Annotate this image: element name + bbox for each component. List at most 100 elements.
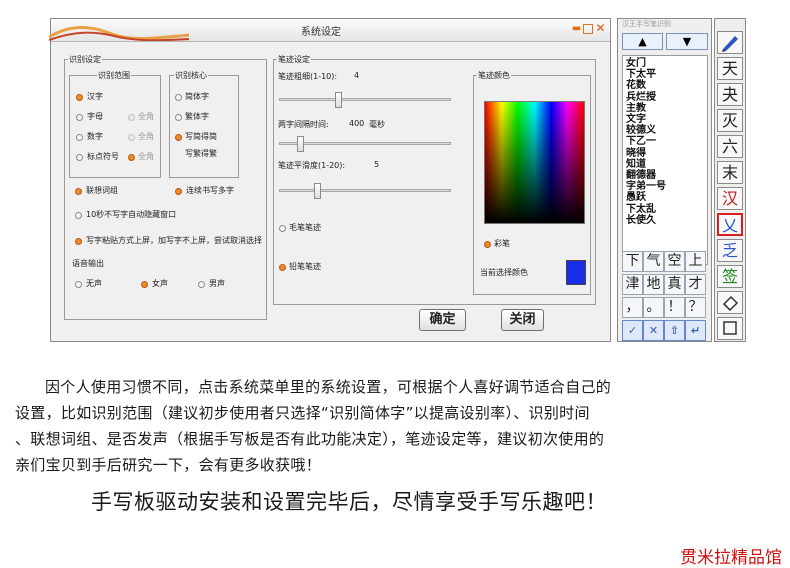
- key-cell[interactable]: ！: [664, 297, 685, 318]
- voice-none-radio[interactable]: [75, 281, 82, 288]
- key-cell[interactable]: 地: [643, 274, 664, 295]
- range-hanzi-checkbox[interactable]: [76, 94, 83, 101]
- toolbar-char-button[interactable]: 末: [717, 161, 743, 184]
- window-icon[interactable]: [717, 317, 743, 340]
- thickness-slider-track[interactable]: [279, 98, 451, 101]
- thickness-slider-thumb[interactable]: [335, 92, 342, 108]
- ok-button[interactable]: 确定: [419, 309, 466, 331]
- range-group-title: 识别范围: [97, 70, 131, 81]
- voice-output-label: 语音输出: [72, 259, 104, 268]
- range-punct-fullwidth-checkbox[interactable]: [128, 154, 135, 161]
- candidate-item[interactable]: 下太平: [626, 69, 704, 80]
- key-cell[interactable]: 上: [685, 251, 706, 272]
- brush-stroke-radio[interactable]: [279, 225, 286, 232]
- recognition-group-title: 识别设定: [68, 54, 102, 65]
- range-digit-checkbox[interactable]: [76, 134, 83, 141]
- core-write-traditional-label[interactable]: 写繁得繁: [185, 148, 217, 159]
- candidate-item[interactable]: 晓得: [626, 148, 704, 159]
- key-cell[interactable]: 空: [664, 251, 685, 272]
- paste-mode-checkbox[interactable]: [75, 238, 82, 245]
- range-digit-label: 数字: [87, 132, 103, 141]
- range-hanzi-label: 汉字: [87, 92, 103, 101]
- candidate-item[interactable]: 女门: [626, 58, 704, 69]
- key-cell[interactable]: 真: [664, 274, 685, 295]
- assoc-phrase-checkbox[interactable]: [75, 188, 82, 195]
- toolbar-char-button-selected[interactable]: 乂: [717, 213, 743, 236]
- enter-icon[interactable]: ↵: [685, 320, 706, 341]
- voice-male-radio[interactable]: [198, 281, 205, 288]
- toolbar-char-button[interactable]: 天: [717, 57, 743, 80]
- smooth-label: 笔迹平滑度(1-20):: [278, 161, 346, 170]
- interval-slider-track[interactable]: [279, 142, 451, 145]
- eraser-icon[interactable]: [717, 291, 743, 314]
- minimize-icon[interactable]: ▬: [571, 23, 582, 34]
- core-simplified-radio[interactable]: [175, 94, 182, 101]
- autohide-checkbox[interactable]: [75, 212, 82, 219]
- candidate-item[interactable]: 字弟一号: [626, 181, 704, 192]
- core-traditional-radio[interactable]: [175, 114, 182, 121]
- candidate-item[interactable]: 主教: [626, 103, 704, 114]
- candidate-item[interactable]: 较德义: [626, 125, 704, 136]
- smooth-slider-thumb[interactable]: [314, 183, 321, 199]
- brand-name: 贯米拉精品馆: [680, 548, 782, 568]
- key-cell[interactable]: 。: [643, 297, 664, 318]
- core-write-simplified-radio[interactable]: [175, 134, 182, 141]
- thickness-label: 笔迹粗细(1-10):: [278, 72, 338, 81]
- page-down-button[interactable]: ▼: [666, 33, 708, 50]
- close-icon[interactable]: ✕: [595, 22, 606, 34]
- interval-label: 两字间隔时间:: [278, 120, 329, 129]
- toolbar-char-button[interactable]: 夬: [717, 83, 743, 106]
- key-cell[interactable]: 气: [643, 251, 664, 272]
- candidate-item[interactable]: 文字: [626, 114, 704, 125]
- range-letter-label: 字母: [87, 112, 103, 121]
- toolbar-char-button[interactable]: 灭: [717, 109, 743, 132]
- range-letter-checkbox[interactable]: [76, 114, 83, 121]
- toolbar-char-button[interactable]: 乏: [717, 239, 743, 262]
- core-group-title: 识别核心: [174, 70, 208, 81]
- tool-strip: 天 夬 灭 六 末 汉 乂 乏 签: [714, 18, 746, 342]
- color-spectrum-picker[interactable]: [484, 101, 585, 224]
- key-cell[interactable]: 津: [622, 274, 643, 295]
- core-write-simplified-label: 写简得简: [185, 132, 217, 141]
- smooth-slider-track[interactable]: [279, 189, 451, 192]
- candidate-item[interactable]: 下太乱: [626, 204, 704, 215]
- autohide-label: 10秒不写字自动隐藏窗口: [86, 210, 177, 219]
- candidate-item[interactable]: 长使久: [626, 215, 704, 226]
- candidate-item[interactable]: 愚跃: [626, 192, 704, 203]
- confirm-icon[interactable]: ✓: [622, 320, 643, 341]
- candidate-list[interactable]: 女门 下太平 花数 兵烂授 主教 文字 较德义 下乙一 晓得 知道 翻德器 字弟…: [622, 55, 708, 265]
- dialog-titlebar[interactable]: 系统设定 ▬ ✕: [49, 19, 610, 42]
- range-punct-checkbox[interactable]: [76, 154, 83, 161]
- range-letter-fullwidth-checkbox[interactable]: [128, 114, 135, 121]
- key-cell[interactable]: ，: [622, 297, 643, 318]
- maximize-icon[interactable]: [583, 24, 593, 34]
- voice-female-radio[interactable]: [141, 281, 148, 288]
- core-simplified-label: 简体字: [185, 92, 209, 101]
- current-color-label: 当前选择颜色: [480, 268, 528, 277]
- page-up-button[interactable]: ▲: [622, 33, 663, 50]
- candidate-item[interactable]: 翻德器: [626, 170, 704, 181]
- key-cell[interactable]: 下: [622, 251, 643, 272]
- candidate-item[interactable]: 知道: [626, 159, 704, 170]
- brush-stroke-label: 毛笔笔迹: [289, 223, 321, 232]
- key-cell[interactable]: 才: [685, 274, 706, 295]
- interval-slider-thumb[interactable]: [297, 136, 304, 152]
- continuous-write-checkbox[interactable]: [175, 188, 182, 195]
- close-button[interactable]: 关闭: [501, 309, 544, 331]
- candidate-item[interactable]: 花数: [626, 80, 704, 91]
- current-color-swatch[interactable]: [566, 260, 586, 285]
- delete-icon[interactable]: ✕: [643, 320, 664, 341]
- toolbar-char-button[interactable]: 六: [717, 135, 743, 158]
- candidate-item[interactable]: 下乙一: [626, 136, 704, 147]
- rainbow-pen-checkbox[interactable]: [484, 241, 491, 248]
- dialog-title: 系统设定: [301, 27, 341, 38]
- shift-icon[interactable]: ⇧: [664, 320, 685, 341]
- toolbar-char-button[interactable]: 签: [717, 265, 743, 288]
- pen-icon[interactable]: [717, 31, 743, 54]
- toolbar-char-button[interactable]: 汉: [717, 187, 743, 210]
- pencil-stroke-radio[interactable]: [279, 264, 286, 271]
- range-digit-fullwidth-checkbox[interactable]: [128, 134, 135, 141]
- core-traditional-label: 繁体字: [185, 112, 209, 121]
- key-cell[interactable]: ？: [685, 297, 706, 318]
- candidate-item[interactable]: 兵烂授: [626, 92, 704, 103]
